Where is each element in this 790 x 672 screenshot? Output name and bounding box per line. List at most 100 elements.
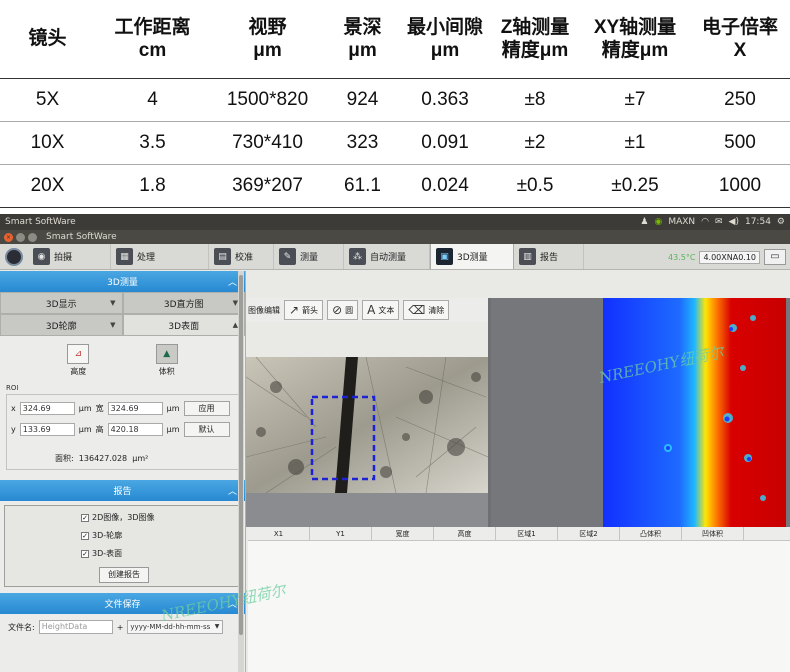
roi-group: x 324.69 μm 宽 324.69 μm 应用 y 133.69 μm 高…: [6, 394, 239, 470]
column-header[interactable]: X1: [248, 527, 310, 540]
table-cell: 730*410: [210, 121, 325, 165]
height-icon[interactable]: ⊿: [67, 343, 90, 364]
column-header[interactable]: 高度: [434, 527, 496, 540]
close-icon[interactable]: ×: [4, 232, 13, 242]
mail-icon[interactable]: ✉: [715, 217, 723, 227]
header-magnification: 电子倍率 X: [690, 0, 790, 79]
option-label: 3D-轮廓: [92, 531, 123, 540]
volume-icon[interactable]: ▲: [155, 343, 178, 364]
spec-table-section: 镜头 工作距离 cm 视野 μm 景深 μm 最小间隙 μm Z轴测量 精度μm XY轴测…: [0, 0, 790, 210]
chevron-down-icon: ▼: [110, 321, 116, 329]
toolbar-status: 43.5°C 4.00XNA0.10 ▭: [668, 244, 790, 270]
table-cell: 0.024: [400, 164, 490, 208]
surface-tools: ⊿ 高度 ▲ 体积: [4, 338, 241, 382]
seg-3d-profile[interactable]: 3D轮廓 ▼: [0, 314, 123, 336]
table-cell: ±2: [490, 121, 580, 165]
table-cell: 4: [95, 78, 210, 122]
roi-width-input[interactable]: 324.69: [107, 402, 163, 415]
chevron-up-icon[interactable]: ︿: [228, 275, 237, 288]
text-tool-button[interactable]: A 文本: [362, 300, 400, 320]
checkbox-checked-icon[interactable]: ✓: [81, 549, 89, 558]
report-option-images[interactable]: ✓ 2D图像，3D图像: [81, 512, 155, 523]
objective-selector[interactable]: 4.00XNA0.10: [699, 250, 760, 264]
microscope-image[interactable]: [246, 357, 488, 493]
column-header[interactable]: Y1: [310, 527, 372, 540]
column-header[interactable]: 区域2: [558, 527, 620, 540]
filename-input[interactable]: HeightData: [38, 620, 113, 634]
report-option-surface[interactable]: ✓ 3D-表面: [81, 548, 122, 559]
column-header[interactable]: 宽度: [372, 527, 434, 540]
volume-icon[interactable]: ◀): [729, 217, 739, 227]
checkbox-checked-icon[interactable]: ✓: [81, 531, 89, 540]
lens-spec-table: 镜头 工作距离 cm 视野 μm 景深 μm 最小间隙 μm Z轴测量 精度μm XY轴测…: [0, 0, 790, 208]
button-label: 圆: [345, 305, 354, 315]
window-title: Smart SoftWare: [46, 232, 117, 242]
checkbox-checked-icon[interactable]: ✓: [81, 513, 89, 522]
button-label: 清除: [428, 305, 445, 315]
pencil-icon: ✎: [279, 248, 296, 265]
table-cell: 1500*820: [210, 78, 325, 122]
tab-report[interactable]: ▥ 报告: [514, 244, 584, 269]
option-label: 3D-表面: [92, 549, 123, 558]
seg-3d-surface[interactable]: 3D表面 ▲: [122, 314, 245, 336]
area-readout: 面积: 136427.028 μm²: [55, 453, 148, 464]
tool-label: 高度: [70, 366, 87, 376]
column-header[interactable]: 区域1: [496, 527, 558, 540]
field-label: y: [11, 425, 16, 434]
report-option-profile[interactable]: ✓ 3D-轮廓: [81, 530, 122, 541]
tab-auto-measure[interactable]: ⁂ 自动测量: [344, 244, 430, 269]
chevron-up-icon[interactable]: ︿: [228, 484, 237, 497]
roi-x-input[interactable]: 324.69: [19, 402, 75, 415]
main-toolbar: ◉ 拍摄 ▦ 处理 ▤ 校准 ✎ 测量 ⁂ 自动测量 ▣ 3D测量 ▥ 报告 4…: [0, 244, 790, 270]
left-panel-scrollbar[interactable]: [238, 271, 244, 672]
gear-icon[interactable]: ⚙: [777, 217, 785, 227]
window-titlebar: × Smart SoftWare: [0, 230, 790, 244]
seg-3d-histogram[interactable]: 3D直方图 ▼: [122, 292, 245, 314]
tab-process[interactable]: ▦ 处理: [111, 244, 209, 269]
person-icon[interactable]: ♟: [640, 217, 648, 227]
camera-icon: ◉: [33, 248, 50, 265]
image-process-icon: ▦: [116, 248, 133, 265]
default-button[interactable]: 默认: [183, 422, 230, 437]
nvidia-icon[interactable]: ◉: [654, 217, 662, 227]
arrow-tool-button[interactable]: ↗ 箭头: [284, 300, 324, 320]
create-report-button[interactable]: 创建报告: [99, 567, 149, 583]
measurement-table-header: X1 Y1 宽度 高度 区域1 区域2 凸体积 凹体积: [248, 527, 790, 541]
tab-label: 校准: [235, 253, 254, 263]
volume-tool[interactable]: ▲ 体积: [155, 343, 178, 377]
clear-tool-button[interactable]: ⌫ 清除: [403, 300, 450, 320]
maximize-icon[interactable]: [28, 232, 37, 242]
tab-capture[interactable]: ◉ 拍摄: [28, 244, 111, 269]
monitor-icon[interactable]: ▭: [764, 249, 786, 265]
table-cell: ±1: [580, 121, 690, 165]
column-header[interactable]: 凹体积: [682, 527, 744, 540]
home-button[interactable]: [0, 244, 28, 269]
section-report-header[interactable]: 报告 ︿: [0, 480, 245, 501]
tab-measure[interactable]: ✎ 测量: [274, 244, 344, 269]
table-row: 5X 4 1500*820 924 0.363 ±8 ±7 250: [0, 78, 790, 122]
table-cell: 10X: [0, 121, 95, 165]
segment-row: 3D显示 ▼ 3D直方图 ▼: [0, 292, 245, 314]
tray-mode-label[interactable]: MAXN: [668, 217, 695, 227]
tab-3d-measure[interactable]: ▣ 3D测量: [430, 244, 514, 269]
eraser-icon: ⌫: [408, 303, 426, 317]
table-cell: 0.363: [400, 78, 490, 122]
table-cell: ±0.5: [490, 164, 580, 208]
field-label: x: [11, 404, 16, 413]
height-map-view[interactable]: [603, 298, 786, 527]
table-cell: 3.5: [95, 121, 210, 165]
circle-tool-button[interactable]: ⊘ 圆: [327, 300, 359, 320]
seg-3d-display[interactable]: 3D显示 ▼: [0, 292, 123, 314]
section-3d-measure-header[interactable]: 3D测量 ︿: [0, 271, 245, 292]
minimize-icon[interactable]: [16, 232, 25, 242]
field-label: 宽: [95, 404, 104, 413]
roi-y-input[interactable]: 133.69: [19, 423, 75, 436]
column-header[interactable]: 凸体积: [620, 527, 682, 540]
wifi-icon[interactable]: ◠: [701, 217, 709, 227]
clock[interactable]: 17:54: [745, 217, 771, 227]
height-tool[interactable]: ⊿ 高度: [67, 343, 90, 377]
scrollbar-thumb[interactable]: [239, 275, 243, 635]
tab-calibrate[interactable]: ▤ 校准: [209, 244, 274, 269]
roi-height-input[interactable]: 420.18: [107, 423, 163, 436]
apply-button[interactable]: 应用: [183, 401, 230, 416]
